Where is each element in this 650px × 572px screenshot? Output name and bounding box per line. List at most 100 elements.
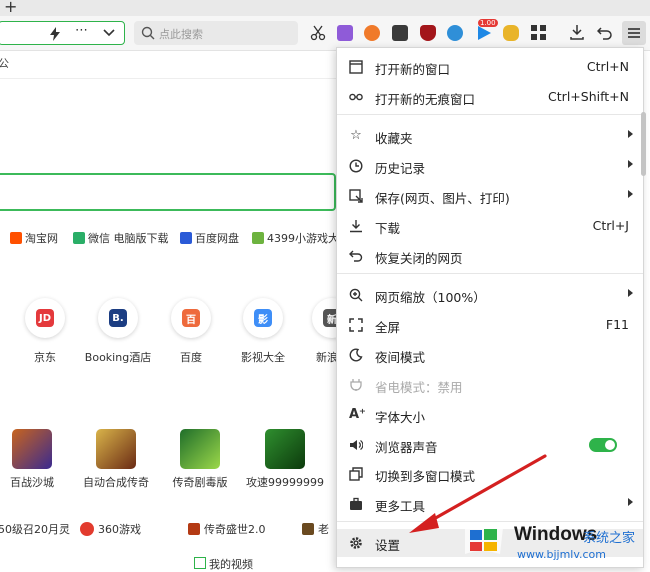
apps-grid-icon[interactable] bbox=[531, 25, 546, 40]
game-thumbnail[interactable] bbox=[180, 429, 220, 469]
menu-item-label: 打开新的窗口 bbox=[375, 62, 451, 77]
site-link-baidu-pan[interactable]: 百度网盘 bbox=[180, 230, 239, 246]
game-label[interactable]: 百战沙城 bbox=[10, 474, 54, 490]
bottom-link-old[interactable]: 老 bbox=[302, 521, 329, 537]
yingshi-icon: 影 bbox=[254, 309, 272, 327]
bottom-link-label: 老 bbox=[318, 523, 329, 536]
360-icon bbox=[80, 522, 94, 536]
game-thumbnail[interactable] bbox=[96, 429, 136, 469]
bottom-link-360[interactable]: 360游戏 bbox=[80, 521, 141, 537]
watermark-subtitle: 系统之家 bbox=[583, 531, 636, 546]
tile-label: 京东 bbox=[34, 351, 56, 364]
favorites-icon: ☆ bbox=[350, 128, 362, 143]
tile-booking[interactable]: B. bbox=[98, 298, 138, 338]
submenu-arrow-icon bbox=[628, 289, 633, 297]
wechat-icon bbox=[73, 232, 85, 244]
site-link-4399[interactable]: 4399小游戏大 bbox=[252, 230, 339, 246]
menu-scrollbar[interactable] bbox=[641, 112, 646, 176]
site-link-taobao[interactable]: 淘宝网 bbox=[10, 230, 58, 246]
menu-item-new-incognito[interactable]: 打开新的无痕窗口 Ctrl+Shift+N bbox=[337, 83, 643, 111]
bottom-link[interactable]: 50级召20月灵 bbox=[0, 521, 70, 537]
tile-label: 百度 bbox=[180, 351, 202, 364]
chevron-down-icon[interactable] bbox=[103, 29, 115, 37]
menu-item-label: 全屏 bbox=[375, 320, 401, 335]
submenu-arrow-icon bbox=[628, 160, 633, 168]
font-size-icon: A⁺ bbox=[349, 407, 366, 422]
edge-extension-icon[interactable] bbox=[447, 25, 463, 41]
watermark-url: www.bjjmlv.com bbox=[517, 548, 606, 561]
history-icon bbox=[349, 159, 363, 173]
game-label[interactable]: 攻速99999999 bbox=[246, 474, 324, 490]
menu-item-new-window[interactable]: 打开新的窗口 Ctrl+N bbox=[337, 53, 643, 81]
menu-item-restore-closed[interactable]: 恢复关闭的网页 bbox=[337, 242, 643, 270]
menu-item-history[interactable]: 历史记录 bbox=[337, 152, 643, 180]
menu-item-label: 打开新的无痕窗口 bbox=[375, 92, 476, 107]
site-link-label: 微信 电脑版下载 bbox=[88, 232, 169, 245]
game-label[interactable]: 传奇剧毒版 bbox=[173, 474, 228, 490]
submenu-arrow-icon bbox=[628, 498, 633, 506]
taobao-icon bbox=[10, 232, 22, 244]
chuanqi-icon bbox=[188, 523, 200, 535]
menu-shortcut: F11 bbox=[605, 317, 629, 332]
tile-baidu[interactable]: 百 bbox=[171, 298, 211, 338]
reader-extension-icon[interactable] bbox=[392, 25, 408, 41]
lightning-icon[interactable] bbox=[49, 27, 61, 41]
play-extension-icon[interactable] bbox=[476, 25, 492, 41]
play-small-icon bbox=[194, 557, 206, 569]
zoom-icon bbox=[349, 288, 363, 302]
menu-item-label: 保存(网页、图片、打印) bbox=[375, 191, 510, 206]
menu-item-zoom[interactable]: 网页缩放（100%） bbox=[337, 281, 643, 309]
page-search-input[interactable] bbox=[0, 173, 336, 211]
divider bbox=[0, 78, 336, 79]
bottom-link-chuanqi[interactable]: 传奇盛世2.0 bbox=[188, 521, 266, 537]
sound-toggle-switch[interactable] bbox=[589, 438, 617, 452]
menu-item-favorites[interactable]: ☆ 收藏夹 bbox=[337, 122, 643, 150]
game-thumbnail[interactable] bbox=[265, 429, 305, 469]
translate-extension-icon[interactable] bbox=[337, 25, 353, 41]
search-input[interactable]: 点此搜索 bbox=[134, 21, 298, 45]
save-icon bbox=[349, 189, 363, 203]
fullscreen-icon bbox=[349, 318, 363, 332]
address-bar[interactable]: ⋯ bbox=[0, 21, 125, 45]
main-menu-button[interactable] bbox=[622, 21, 646, 45]
scissors-icon[interactable] bbox=[310, 25, 326, 41]
tile-yingshi[interactable]: 影 bbox=[243, 298, 283, 338]
menu-item-night-mode[interactable]: 夜间模式 bbox=[337, 341, 643, 369]
ublock-extension-icon[interactable] bbox=[420, 25, 436, 41]
jd-icon: JD bbox=[36, 309, 54, 327]
menu-item-label: 省电模式：禁用 bbox=[375, 380, 463, 395]
game-label[interactable]: 自动合成传奇 bbox=[83, 474, 149, 490]
undo-icon[interactable] bbox=[597, 25, 612, 40]
menu-item-label: 收藏夹 bbox=[375, 131, 413, 146]
more-icon[interactable]: ⋯ bbox=[75, 23, 88, 38]
menu-item-fullscreen[interactable]: 全屏 F11 bbox=[337, 311, 643, 339]
fox-extension-icon[interactable] bbox=[364, 25, 380, 41]
search-placeholder: 点此搜索 bbox=[159, 28, 203, 41]
site-link-wechat[interactable]: 微信 电脑版下载 bbox=[73, 230, 169, 246]
site-link-label: 4399小游戏大 bbox=[267, 232, 339, 245]
bottom-link-label: 传奇盛世2.0 bbox=[204, 523, 266, 536]
download-icon[interactable] bbox=[569, 24, 585, 40]
window-icon bbox=[349, 60, 363, 74]
new-tab-button[interactable]: + bbox=[4, 0, 17, 16]
menu-item-font-size[interactable]: A⁺ 字体大小 bbox=[337, 401, 643, 429]
site-link-label: 百度网盘 bbox=[195, 232, 239, 245]
menu-item-label: 下载 bbox=[375, 221, 401, 236]
tile-jd[interactable]: JD bbox=[25, 298, 65, 338]
menu-shortcut: Ctrl+N bbox=[586, 59, 629, 74]
bottom-link-label: 50级召20月灵 bbox=[0, 523, 70, 536]
tile-label: 影视大全 bbox=[241, 351, 285, 364]
camel-extension-icon[interactable] bbox=[503, 25, 519, 41]
menu-item-save[interactable]: 保存(网页、图片、打印) bbox=[337, 182, 643, 210]
search-icon bbox=[141, 26, 155, 40]
page-text-fragment: 公 bbox=[0, 57, 9, 70]
menu-item-downloads[interactable]: 下载 Ctrl+J bbox=[337, 212, 643, 240]
night-mode-icon bbox=[349, 348, 363, 362]
site-link-label: 淘宝网 bbox=[25, 232, 58, 245]
footer-video-link[interactable]: 我的视频 bbox=[194, 556, 253, 572]
menu-item-label: 字体大小 bbox=[375, 410, 426, 425]
game-thumbnail[interactable] bbox=[12, 429, 52, 469]
bottom-link-label: 360游戏 bbox=[98, 523, 141, 536]
menu-item-label: 恢复关闭的网页 bbox=[375, 251, 463, 266]
menu-item-label: 历史记录 bbox=[375, 161, 426, 176]
